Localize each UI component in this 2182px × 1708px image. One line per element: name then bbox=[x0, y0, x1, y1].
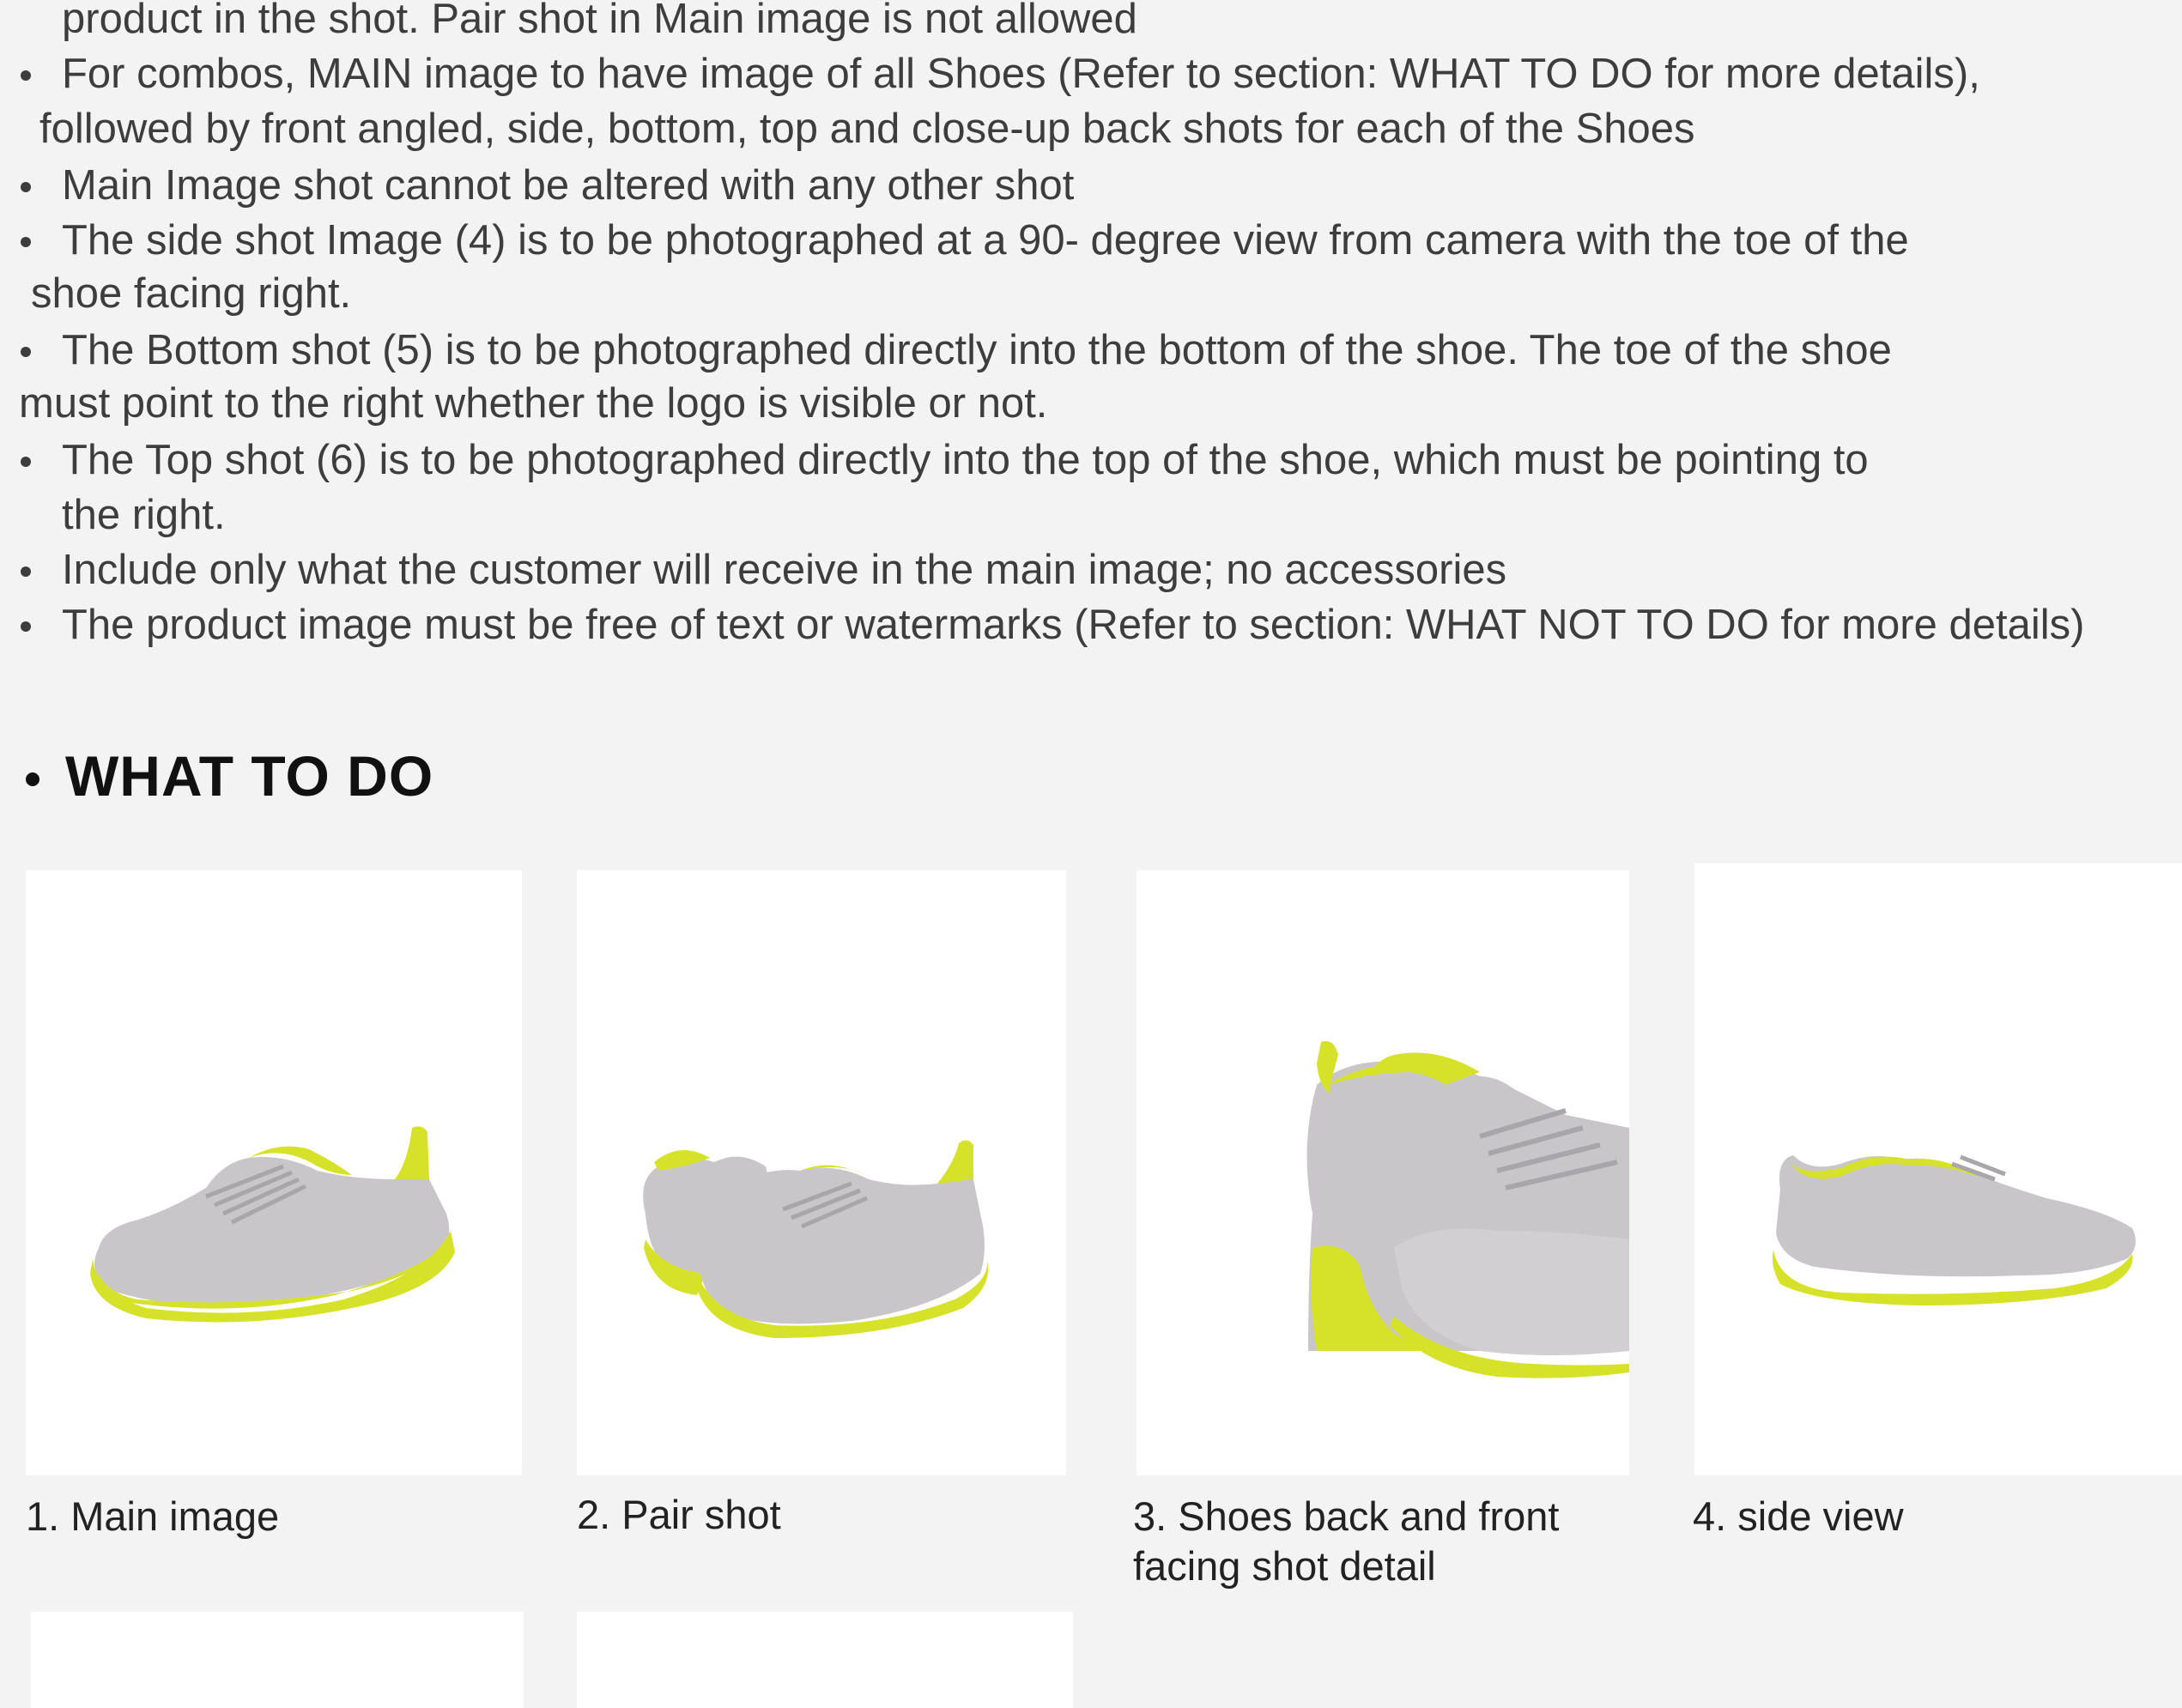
guideline-text: followed by front angled, side, bottom, … bbox=[39, 106, 1695, 152]
guideline-text: the right. bbox=[62, 492, 226, 538]
shoe-detail-image bbox=[1306, 1041, 1629, 1378]
guideline-text: The Bottom shot (5) is to be photographe… bbox=[62, 327, 1892, 373]
shoe-main-image bbox=[90, 1126, 455, 1323]
guideline-text: product in the shot. Pair shot in Main i… bbox=[62, 0, 1137, 42]
bullet-icon bbox=[21, 457, 31, 467]
bottom-view-card[interactable] bbox=[31, 1612, 524, 1708]
guideline-text: For combos, MAIN image to have image of … bbox=[62, 51, 1980, 97]
side-view-card[interactable] bbox=[1694, 863, 2182, 1475]
pair-shot-card[interactable] bbox=[577, 870, 1066, 1475]
bullet-icon bbox=[21, 566, 31, 577]
shoe-pair-image bbox=[643, 1140, 989, 1338]
caption-pair-shot: 2. Pair shot bbox=[577, 1492, 781, 1537]
section-heading: WHAT TO DO bbox=[65, 744, 434, 808]
back-front-detail-card[interactable] bbox=[1136, 870, 1629, 1475]
bullet-icon bbox=[21, 237, 31, 247]
bullet-icon bbox=[21, 70, 31, 81]
guideline-text: The side shot Image (4) is to be photogr… bbox=[62, 217, 1909, 263]
bullet-icon bbox=[26, 772, 39, 786]
guideline-text: must point to the right whether the logo… bbox=[19, 380, 1048, 427]
guideline-text: shoe facing right. bbox=[31, 270, 352, 317]
shoe-side-image bbox=[1773, 1154, 2136, 1305]
caption-back-front-detail: 3. Shoes back and front facing shot deta… bbox=[1133, 1493, 1560, 1589]
guideline-text: The Top shot (6) is to be photographed d… bbox=[62, 437, 1869, 483]
caption-side-view: 4. side view bbox=[1693, 1493, 1904, 1539]
bullet-icon bbox=[21, 347, 31, 357]
caption-main-image: 1. Main image bbox=[26, 1493, 280, 1539]
main-image-card[interactable] bbox=[26, 870, 522, 1475]
guideline-text: The product image must be free of text o… bbox=[62, 602, 2085, 648]
bullet-icon bbox=[21, 182, 31, 192]
top-view-card[interactable] bbox=[577, 1612, 1073, 1708]
guideline-text: Main Image shot cannot be altered with a… bbox=[62, 162, 1075, 209]
bullet-icon bbox=[21, 621, 31, 632]
guideline-text: Include only what the customer will rece… bbox=[62, 547, 1507, 593]
